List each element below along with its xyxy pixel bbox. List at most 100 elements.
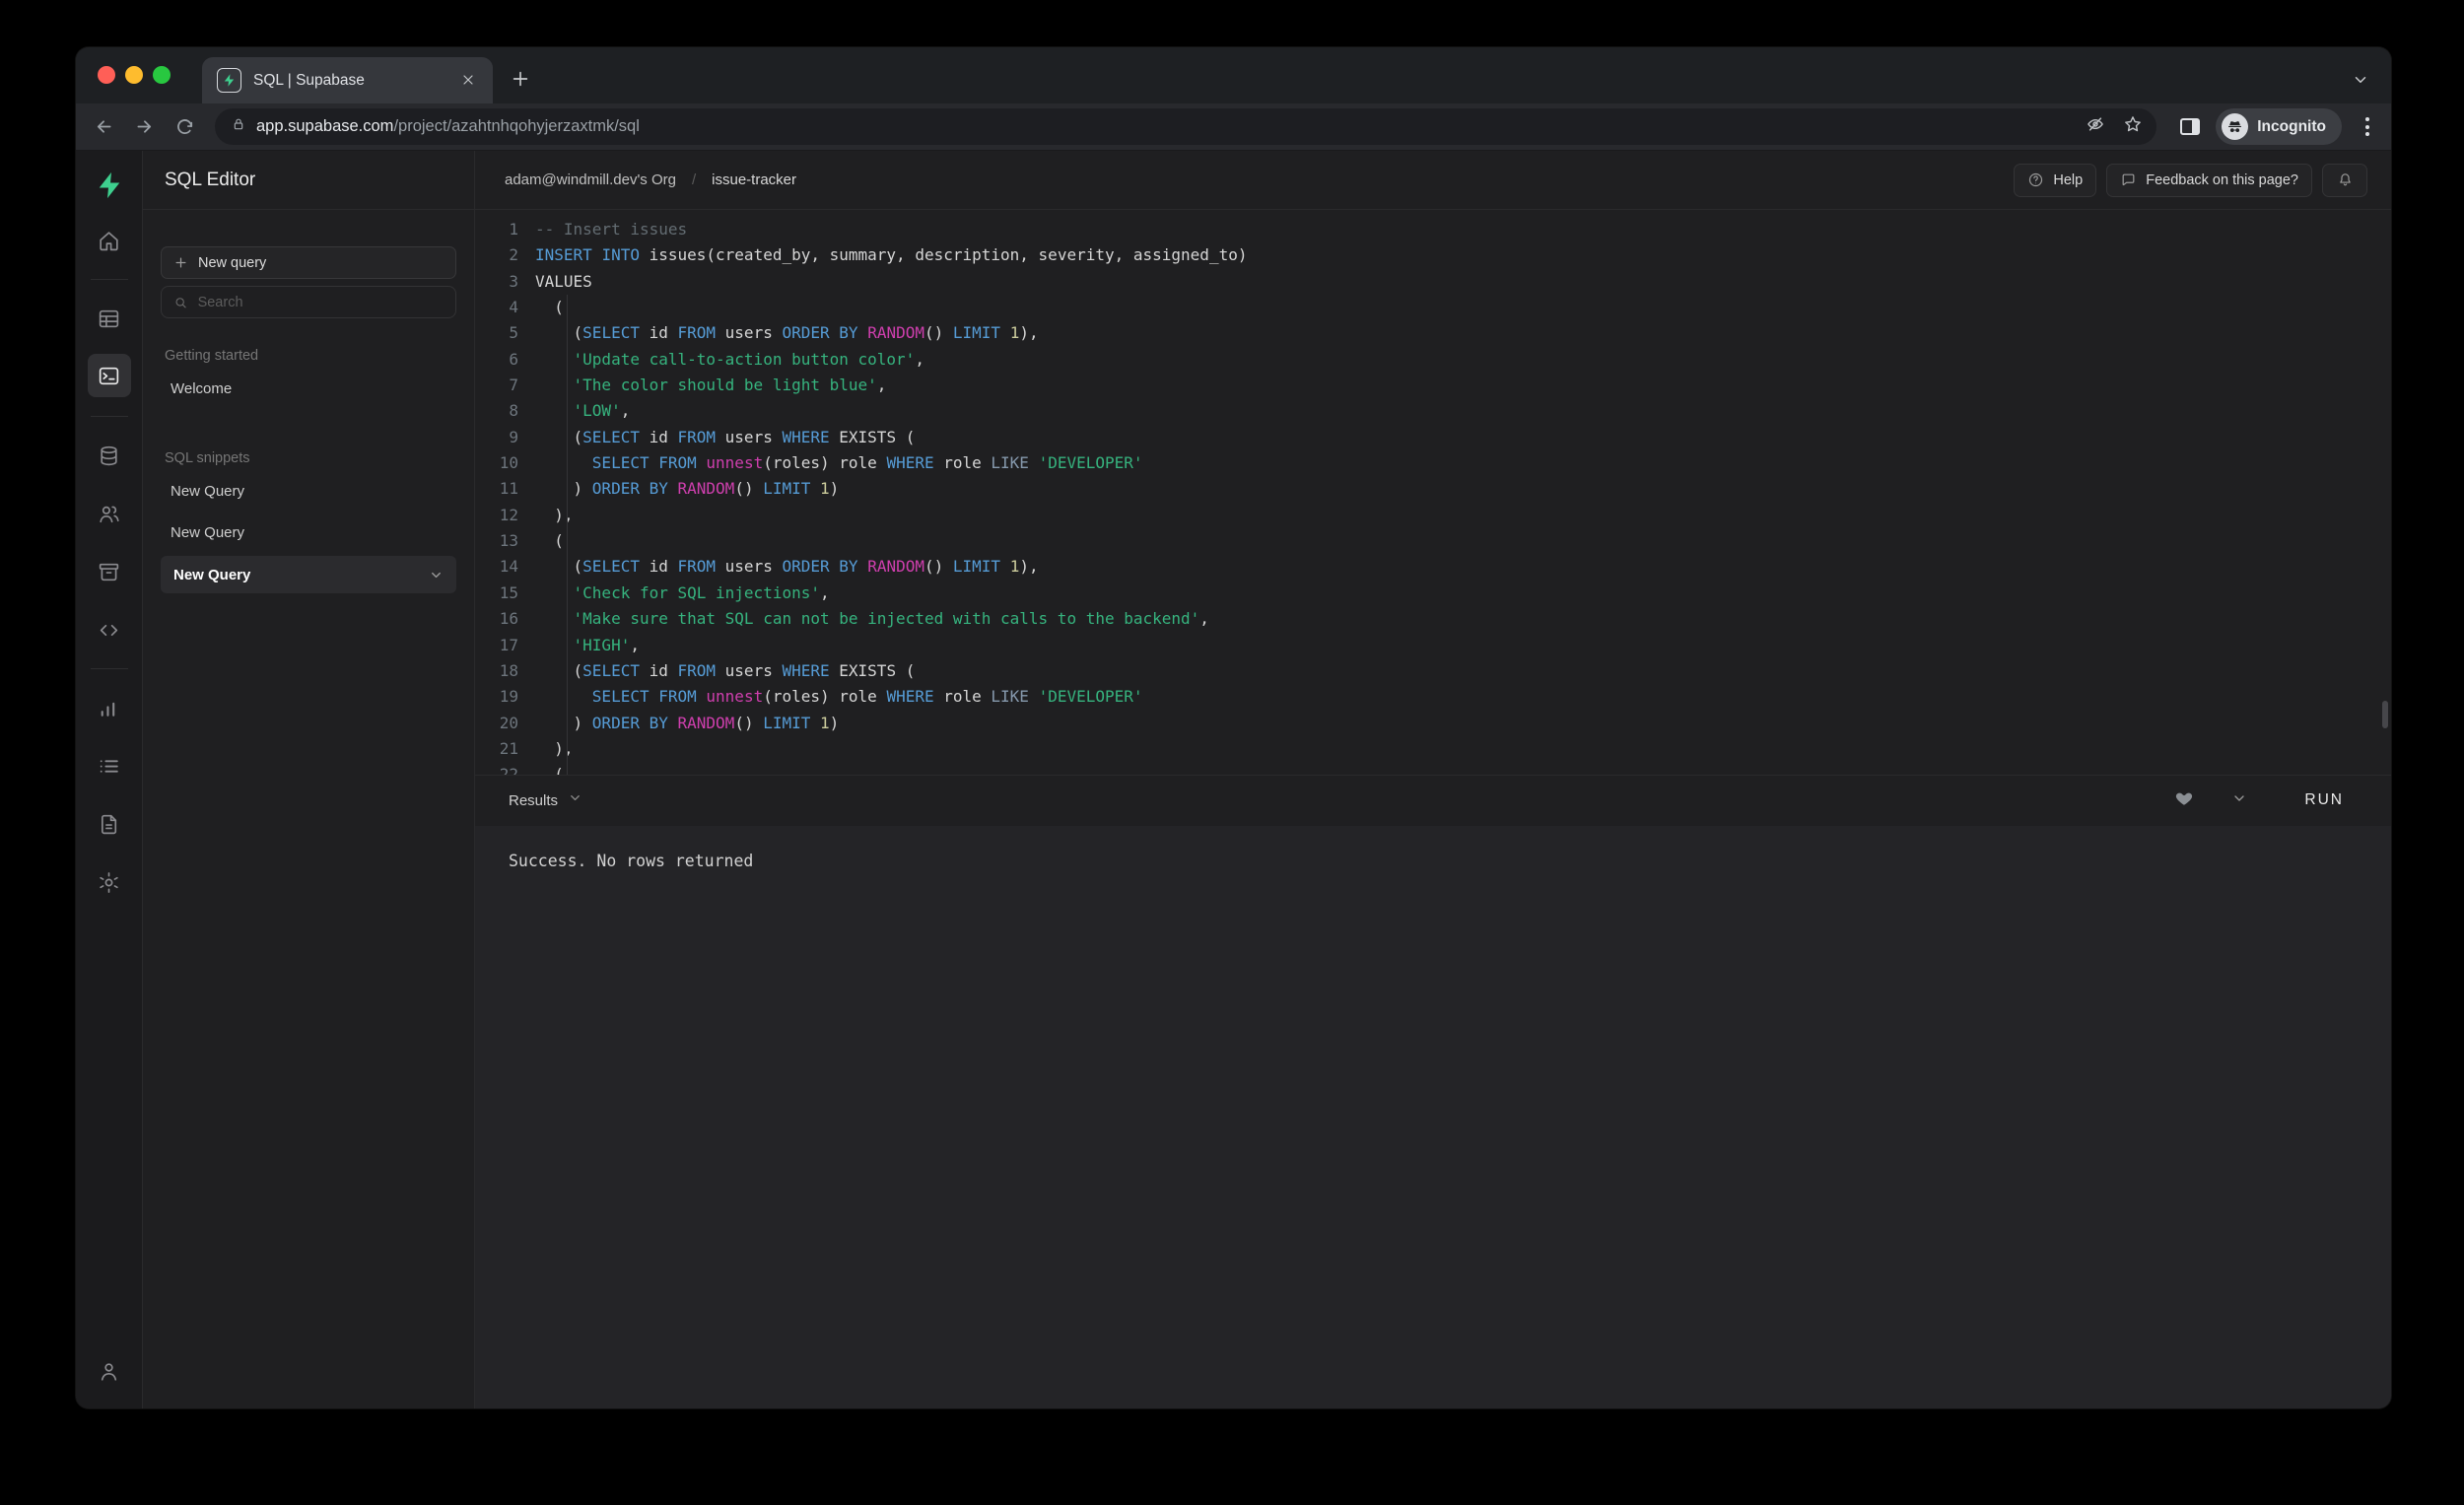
rail-sql-editor-icon[interactable] bbox=[88, 354, 131, 397]
editor-scrollbar[interactable] bbox=[2382, 701, 2388, 728]
window-controls bbox=[98, 66, 171, 84]
sidebar-item-new-query[interactable]: New Query bbox=[161, 556, 456, 593]
url-text: app.supabase.com/project/azahtnhqohyjerz… bbox=[256, 117, 640, 136]
rail-reports-icon[interactable] bbox=[90, 688, 129, 727]
browser-tab[interactable]: SQL | Supabase bbox=[202, 57, 493, 103]
rail-api-icon[interactable] bbox=[90, 610, 129, 650]
rail-docs-icon[interactable] bbox=[90, 804, 129, 844]
code-text: SELECT FROM unnest(roles) role WHERE rol… bbox=[518, 684, 1143, 710]
code-text: (SELECT id FROM users WHERE EXISTS ( bbox=[518, 425, 915, 450]
tab-search-chevron-icon[interactable] bbox=[2352, 71, 2369, 94]
rail-divider bbox=[91, 668, 128, 669]
incognito-icon bbox=[2222, 113, 2248, 140]
rail-database-icon[interactable] bbox=[90, 436, 129, 475]
url-path: /project/azahtnhqohyjerzaxtmk/sql bbox=[393, 117, 639, 135]
bookmark-star-icon[interactable] bbox=[2123, 114, 2143, 139]
url-bar[interactable]: app.supabase.com/project/azahtnhqohyjerz… bbox=[215, 108, 2156, 145]
results-chevron-icon[interactable] bbox=[568, 790, 582, 810]
reload-icon[interactable] bbox=[167, 108, 203, 145]
breadcrumb-org[interactable]: adam@windmill.dev's Org bbox=[505, 171, 676, 188]
line-number: 4 bbox=[475, 295, 518, 320]
feedback-button[interactable]: Feedback on this page? bbox=[2106, 164, 2312, 197]
results-message: Success. No rows returned bbox=[509, 852, 753, 870]
code-text: ), bbox=[518, 736, 574, 762]
code-line: 8 'LOW', bbox=[475, 398, 2391, 424]
line-number: 7 bbox=[475, 373, 518, 398]
code-text: -- Insert issues bbox=[518, 217, 687, 242]
browser-menu-icon[interactable] bbox=[2360, 111, 2375, 142]
code-line: 19 SELECT FROM unnest(roles) role WHERE … bbox=[475, 684, 2391, 710]
notifications-button[interactable] bbox=[2322, 164, 2367, 197]
panel-title: SQL Editor bbox=[165, 170, 255, 191]
rail-storage-icon[interactable] bbox=[90, 552, 129, 591]
tab-close-icon[interactable] bbox=[460, 72, 478, 90]
rail-logs-icon[interactable] bbox=[90, 746, 129, 786]
line-number: 3 bbox=[475, 269, 518, 295]
forward-icon[interactable] bbox=[126, 108, 163, 145]
rail-home-icon[interactable] bbox=[90, 221, 129, 260]
lock-icon bbox=[231, 116, 246, 137]
sidebar-item-welcome[interactable]: Welcome bbox=[161, 368, 456, 409]
window-minimize-button[interactable] bbox=[125, 66, 143, 84]
chevron-down-icon[interactable] bbox=[429, 568, 444, 582]
password-hidden-icon[interactable] bbox=[2086, 114, 2105, 139]
window-maximize-button[interactable] bbox=[153, 66, 171, 84]
window-close-button[interactable] bbox=[98, 66, 115, 84]
supabase-favicon-icon bbox=[217, 68, 241, 93]
code-text: ( bbox=[518, 762, 564, 774]
code-text: 'Update call-to-action button color', bbox=[518, 347, 924, 373]
help-button[interactable]: Help bbox=[2014, 164, 2096, 197]
line-number: 14 bbox=[475, 554, 518, 580]
rail-account-icon[interactable] bbox=[90, 1351, 129, 1391]
code-line: 5 (SELECT id FROM users ORDER BY RANDOM(… bbox=[475, 320, 2391, 346]
breadcrumb-project[interactable]: issue-tracker bbox=[712, 171, 796, 188]
rail-settings-icon[interactable] bbox=[90, 862, 129, 902]
code-line: 16 'Make sure that SQL can not be inject… bbox=[475, 606, 2391, 632]
browser-toolbar: app.supabase.com/project/azahtnhqohyjerz… bbox=[76, 103, 2391, 151]
code-text: SELECT FROM unnest(roles) role WHERE rol… bbox=[518, 450, 1143, 476]
line-number: 19 bbox=[475, 684, 518, 710]
main-area: adam@windmill.dev's Org / issue-tracker … bbox=[475, 151, 2391, 1408]
tab-title: SQL | Supabase bbox=[253, 72, 448, 90]
line-number: 22 bbox=[475, 762, 518, 774]
code-line: 2INSERT INTO issues(created_by, summary,… bbox=[475, 242, 2391, 268]
favorite-heart-icon[interactable] bbox=[2174, 788, 2194, 813]
breadcrumb-separator: / bbox=[692, 171, 696, 188]
feedback-button-label: Feedback on this page? bbox=[2146, 172, 2298, 188]
save-options-chevron-icon[interactable] bbox=[2231, 790, 2247, 811]
code-text: ), bbox=[518, 503, 574, 528]
code-text: VALUES bbox=[518, 269, 592, 295]
new-tab-button[interactable] bbox=[510, 68, 535, 94]
sidebar-section-heading: SQL snippets bbox=[165, 450, 452, 466]
line-number: 17 bbox=[475, 633, 518, 658]
rail-divider bbox=[91, 279, 128, 280]
line-number: 9 bbox=[475, 425, 518, 450]
help-button-label: Help bbox=[2053, 172, 2083, 188]
code-line: 13 ( bbox=[475, 528, 2391, 554]
sql-editor-panel: SQL Editor New query Getting started Welc… bbox=[143, 151, 475, 1408]
code-line: 9 (SELECT id FROM users WHERE EXISTS ( bbox=[475, 425, 2391, 450]
run-button[interactable]: RUN bbox=[2304, 791, 2344, 809]
sidebar-item-new-query[interactable]: New Query bbox=[161, 512, 456, 553]
supabase-app: SQL Editor New query Getting started Welc… bbox=[76, 151, 2391, 1408]
side-panel-icon[interactable] bbox=[2180, 118, 2200, 135]
sql-code-editor[interactable]: 1-- Insert issues2INSERT INTO issues(cre… bbox=[475, 210, 2391, 775]
incognito-badge: Incognito bbox=[2216, 108, 2342, 145]
supabase-logo-icon[interactable] bbox=[93, 169, 126, 202]
code-line: 11 ) ORDER BY RANDOM() LIMIT 1) bbox=[475, 476, 2391, 502]
search-input[interactable] bbox=[198, 295, 444, 310]
code-line: 18 (SELECT id FROM users WHERE EXISTS ( bbox=[475, 658, 2391, 684]
code-line: 15 'Check for SQL injections', bbox=[475, 581, 2391, 606]
new-query-button[interactable]: New query bbox=[161, 246, 456, 279]
rail-table-editor-icon[interactable] bbox=[90, 299, 129, 338]
sidebar-item-new-query[interactable]: New Query bbox=[161, 470, 456, 512]
line-number: 11 bbox=[475, 476, 518, 502]
code-line: 7 'The color should be light blue', bbox=[475, 373, 2391, 398]
results-dropdown-label[interactable]: Results bbox=[509, 792, 558, 809]
main-header: adam@windmill.dev's Org / issue-tracker … bbox=[475, 151, 2391, 210]
sidebar-section-heading: Getting started bbox=[165, 348, 452, 364]
snippet-search[interactable] bbox=[161, 286, 456, 318]
back-icon[interactable] bbox=[86, 108, 122, 145]
rail-auth-icon[interactable] bbox=[90, 494, 129, 533]
new-query-button-label: New query bbox=[198, 255, 266, 271]
